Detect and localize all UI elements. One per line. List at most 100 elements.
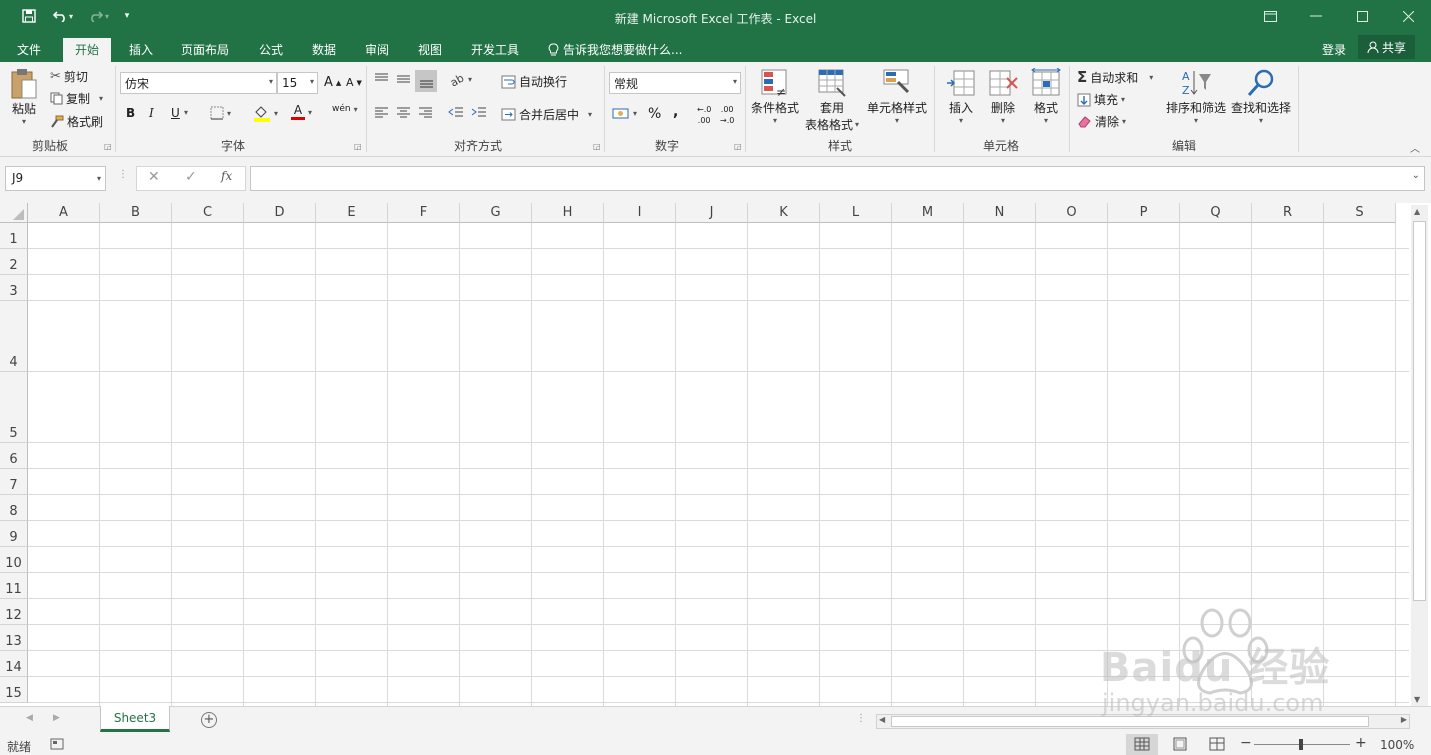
column-header[interactable]: N — [964, 203, 1036, 223]
alignment-launcher-icon[interactable]: ◲ — [593, 142, 601, 151]
tab-file[interactable]: 文件 — [17, 38, 41, 62]
scroll-left-icon[interactable]: ◀ — [879, 715, 885, 724]
column-header[interactable]: P — [1108, 203, 1180, 223]
comma-style-button[interactable]: , — [673, 104, 678, 120]
align-center-icon[interactable] — [396, 106, 411, 118]
normal-view-icon[interactable] — [1126, 734, 1158, 755]
row-header[interactable]: 7 — [0, 469, 28, 495]
cancel-entry-icon[interactable]: ✕ — [148, 169, 160, 185]
column-header[interactable]: G — [460, 203, 532, 223]
format-cells-button[interactable]: 格式 ▾ — [1030, 67, 1062, 125]
align-bottom-icon[interactable] — [415, 70, 437, 92]
tab-insert[interactable]: 插入 — [129, 38, 153, 62]
worksheet-grid[interactable] — [0, 203, 1431, 706]
row-header[interactable]: 8 — [0, 495, 28, 521]
column-header[interactable]: O — [1036, 203, 1108, 223]
row-header[interactable]: 11 — [0, 573, 28, 599]
row-header[interactable]: 6 — [0, 443, 28, 469]
align-right-icon[interactable] — [418, 106, 433, 118]
find-select-button[interactable]: 查找和选择 ▾ — [1231, 67, 1291, 125]
font-name-combo[interactable]: 仿宋 ▾ — [120, 72, 277, 94]
tab-data[interactable]: 数据 — [312, 38, 336, 62]
column-header[interactable]: K — [748, 203, 820, 223]
bold-button[interactable]: B — [126, 106, 135, 120]
format-painter-button[interactable]: 格式刷 — [50, 113, 103, 130]
sort-filter-button[interactable]: AZ 排序和筛选 ▾ — [1166, 67, 1226, 125]
column-header[interactable]: H — [532, 203, 604, 223]
clipboard-launcher-icon[interactable]: ◲ — [104, 142, 112, 151]
merge-center-button[interactable]: 合并后居中 ▾ — [501, 106, 592, 123]
next-sheet-icon[interactable]: ▶ — [53, 713, 60, 723]
number-launcher-icon[interactable]: ◲ — [734, 142, 742, 151]
minimize-icon[interactable] — [1306, 6, 1326, 26]
scroll-down-icon[interactable]: ▼ — [1414, 695, 1420, 704]
autosum-button[interactable]: Σ 自动求和 ▾ — [1077, 68, 1153, 86]
zoom-in-icon[interactable]: + — [1355, 735, 1367, 751]
horizontal-scrollbar[interactable]: ◀ ▶ — [876, 714, 1410, 729]
underline-button[interactable]: U — [171, 106, 180, 120]
cut-button[interactable]: ✂ 剪切 — [50, 68, 88, 85]
insert-cells-button[interactable]: 插入 ▾ — [945, 67, 977, 125]
row-header[interactable]: 14 — [0, 651, 28, 677]
zoom-level[interactable]: 100% — [1380, 738, 1414, 752]
column-header[interactable]: C — [172, 203, 244, 223]
page-layout-view-icon[interactable] — [1172, 737, 1188, 754]
increase-decimal-icon[interactable]: ←.0.00 — [697, 106, 711, 125]
column-header[interactable]: Q — [1180, 203, 1252, 223]
tab-developer[interactable]: 开发工具 — [471, 38, 519, 62]
column-header[interactable]: L — [820, 203, 892, 223]
macro-record-icon[interactable] — [50, 738, 64, 753]
insert-function-icon[interactable]: fx — [221, 169, 232, 183]
percent-style-button[interactable]: % — [648, 106, 661, 122]
tell-me-search[interactable]: 告诉我您想要做什么... — [548, 38, 682, 62]
italic-button[interactable]: I — [149, 106, 154, 120]
wrap-text-button[interactable]: 自动换行 — [501, 73, 567, 90]
share-button[interactable]: 共享 — [1358, 35, 1415, 59]
vertical-scrollbar[interactable]: ▲ ▼ — [1411, 205, 1428, 706]
cell-styles-button[interactable]: 单元格样式 ▾ — [867, 67, 927, 125]
vertical-scroll-thumb[interactable] — [1413, 221, 1426, 601]
decrease-decimal-icon[interactable]: .00 →.0 — [720, 106, 734, 125]
column-header[interactable]: A — [28, 203, 100, 223]
row-header[interactable]: 4 — [0, 301, 28, 372]
page-break-view-icon[interactable] — [1209, 737, 1225, 754]
tab-home[interactable]: 开始 — [63, 38, 112, 62]
delete-cells-button[interactable]: 删除 ▾ — [987, 67, 1019, 125]
confirm-entry-icon[interactable]: ✓ — [185, 169, 197, 185]
tab-page-layout[interactable]: 页面布局 — [181, 38, 229, 62]
column-header[interactable]: B — [100, 203, 172, 223]
tab-review[interactable]: 审阅 — [365, 38, 389, 62]
expand-formula-bar-icon[interactable]: ⌄ — [1412, 170, 1420, 181]
column-header[interactable]: F — [388, 203, 460, 223]
row-header[interactable]: 15 — [0, 677, 28, 703]
name-box[interactable]: J9 ▾ — [5, 166, 106, 191]
row-header[interactable]: 2 — [0, 249, 28, 275]
underline-dropdown-icon[interactable]: ▾ — [184, 108, 188, 117]
phonetic-button[interactable]: wén ▾ — [332, 104, 358, 114]
column-header[interactable]: E — [316, 203, 388, 223]
font-launcher-icon[interactable]: ◲ — [354, 142, 362, 151]
column-header[interactable]: J — [676, 203, 748, 223]
increase-indent-icon[interactable] — [471, 106, 487, 118]
font-color-button[interactable]: A ▾ — [291, 104, 312, 120]
column-header[interactable]: S — [1324, 203, 1396, 223]
add-sheet-icon[interactable]: + — [201, 712, 217, 728]
number-format-combo[interactable]: 常规 ▾ — [609, 72, 741, 94]
scroll-up-icon[interactable]: ▲ — [1414, 207, 1420, 216]
row-header[interactable]: 3 — [0, 275, 28, 301]
row-header[interactable]: 1 — [0, 223, 28, 249]
align-left-icon[interactable] — [374, 106, 389, 118]
font-size-combo[interactable]: 15 ▾ — [277, 72, 318, 94]
zoom-slider-thumb[interactable] — [1299, 739, 1303, 750]
copy-button[interactable]: 复制 ▾ — [50, 90, 103, 107]
align-middle-icon[interactable] — [396, 72, 411, 86]
fill-button[interactable]: 填充 ▾ — [1077, 91, 1125, 108]
increase-font-icon[interactable]: A ▲ — [324, 75, 341, 90]
tab-split-handle-icon[interactable]: ⋮ — [856, 713, 866, 724]
row-header[interactable]: 10 — [0, 547, 28, 573]
zoom-out-icon[interactable]: − — [1240, 735, 1252, 751]
orientation-icon[interactable]: ab ▾ — [449, 72, 472, 86]
horizontal-scroll-thumb[interactable] — [891, 716, 1369, 727]
align-top-icon[interactable] — [374, 72, 389, 86]
column-header[interactable]: D — [244, 203, 316, 223]
